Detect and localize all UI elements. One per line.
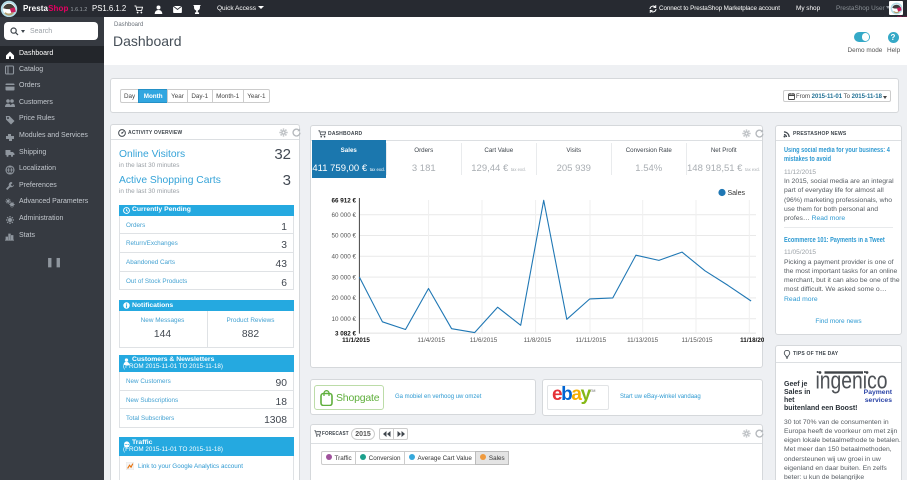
svg-text:40 000 €: 40 000 € xyxy=(331,254,356,261)
svg-text:11/18/201: 11/18/201 xyxy=(740,337,764,344)
svg-text:20 000 €: 20 000 € xyxy=(331,295,356,302)
svg-text:60 000 €: 60 000 € xyxy=(331,212,356,219)
svg-text:11/6/2015: 11/6/2015 xyxy=(470,337,498,344)
svg-text:10 000 €: 10 000 € xyxy=(331,316,356,323)
svg-text:50 000 €: 50 000 € xyxy=(331,233,356,240)
svg-text:66 912 €: 66 912 € xyxy=(331,198,356,205)
svg-text:30 000 €: 30 000 € xyxy=(331,274,356,281)
svg-text:11/1/2015: 11/1/2015 xyxy=(342,337,370,344)
svg-text:11/15/2015: 11/15/2015 xyxy=(681,337,713,344)
svg-text:11/4/2015: 11/4/2015 xyxy=(417,337,445,344)
svg-text:11/8/2015: 11/8/2015 xyxy=(524,337,552,344)
svg-text:Sales: Sales xyxy=(728,190,746,197)
svg-text:11/11/2015: 11/11/2015 xyxy=(576,337,607,344)
svg-text:11/13/2015: 11/13/2015 xyxy=(627,337,659,344)
